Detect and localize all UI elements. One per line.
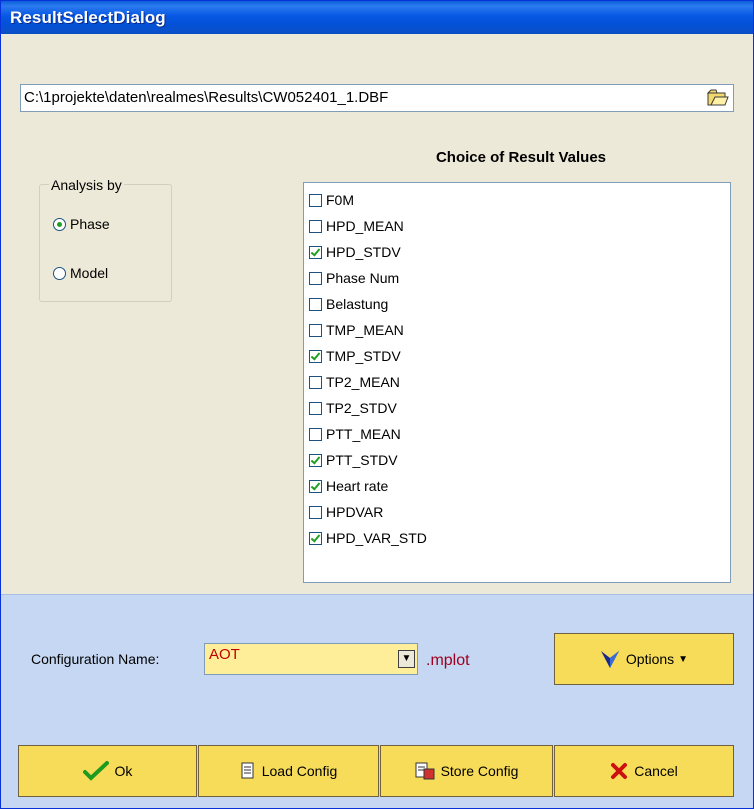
list-item[interactable]: Belastung: [309, 294, 388, 314]
list-item[interactable]: F0M: [309, 190, 354, 210]
analysis-group-label: Analysis by: [49, 177, 124, 193]
checkbox[interactable]: [309, 245, 322, 259]
cancel-label: Cancel: [634, 763, 678, 779]
radio-phase[interactable]: Phase: [53, 216, 110, 232]
close-icon: [611, 763, 628, 779]
list-item-label: Heart rate: [326, 478, 389, 494]
ok-button[interactable]: Ok: [18, 745, 197, 797]
checkbox[interactable]: [309, 531, 322, 545]
radio-phase-label: Phase: [70, 216, 110, 232]
config-name-value[interactable]: AOT: [209, 646, 240, 663]
list-item[interactable]: PTT_MEAN: [309, 424, 401, 444]
list-item[interactable]: TMP_STDV: [309, 346, 401, 366]
list-item[interactable]: PTT_STDV: [309, 450, 398, 470]
config-name-combo[interactable]: AOT ▼: [204, 643, 418, 675]
caret-down-icon: ▼: [678, 653, 689, 665]
radio-indicator[interactable]: [53, 217, 66, 231]
list-item-label: TMP_MEAN: [326, 322, 404, 338]
list-item[interactable]: TMP_MEAN: [309, 320, 404, 340]
config-name-label: Configuration Name:: [31, 651, 160, 667]
checkbox[interactable]: [309, 453, 322, 467]
options-label: Options: [625, 651, 675, 667]
checkbox[interactable]: [309, 427, 322, 441]
list-item[interactable]: Heart rate: [309, 476, 388, 496]
list-item[interactable]: TP2_STDV: [309, 398, 397, 418]
load-document-icon: [241, 762, 254, 779]
load-config-label: Load Config: [261, 763, 338, 779]
cancel-button[interactable]: Cancel: [554, 745, 734, 797]
options-button[interactable]: Options ▼: [554, 633, 734, 685]
list-item-label: HPD_STDV: [326, 244, 401, 260]
options-logo-icon: [600, 651, 619, 668]
config-extension: .mplot: [426, 652, 470, 669]
file-path-text: C:\1projekte\daten\realmes\Results\CW052…: [24, 89, 389, 106]
file-path-field[interactable]: C:\1projekte\daten\realmes\Results\CW052…: [20, 84, 734, 112]
choice-title: Choice of Result Values: [435, 149, 607, 166]
list-item-label: PTT_STDV: [326, 452, 398, 468]
checkmark-icon: [82, 761, 109, 781]
checkbox[interactable]: [309, 297, 322, 311]
store-config-label: Store Config: [440, 763, 519, 779]
checkbox[interactable]: [309, 375, 322, 389]
checkbox[interactable]: [309, 349, 322, 363]
analysis-groupbox: [39, 184, 172, 302]
checkbox[interactable]: [309, 271, 322, 285]
title-bar: ResultSelectDialog: [1, 1, 753, 34]
radio-model-label: Model: [70, 265, 109, 281]
store-config-button[interactable]: Store Config: [380, 745, 553, 797]
result-values-list[interactable]: F0M HPD_MEAN HPD_STDV Phase Num Belastun…: [303, 182, 731, 583]
load-config-button[interactable]: Load Config: [198, 745, 379, 797]
result-select-dialog: ResultSelectDialog C:\1projekte\daten\re…: [0, 0, 754, 809]
list-item-label: HPDVAR: [326, 504, 384, 520]
list-item[interactable]: HPD_MEAN: [309, 216, 404, 236]
checkbox[interactable]: [309, 505, 322, 519]
folder-open-icon[interactable]: [707, 88, 729, 108]
list-item[interactable]: HPDVAR: [309, 502, 383, 522]
chevron-down-icon[interactable]: ▼: [398, 650, 415, 668]
save-document-icon: [415, 762, 435, 780]
checkbox[interactable]: [309, 401, 322, 415]
checkbox[interactable]: [309, 479, 322, 493]
list-item-label: Phase Num: [326, 270, 400, 286]
list-item-label: TP2_STDV: [326, 400, 397, 416]
list-item[interactable]: Phase Num: [309, 268, 399, 288]
list-item-label: Belastung: [326, 296, 389, 312]
checkbox[interactable]: [309, 323, 322, 337]
list-item-label: HPD_VAR_STD: [326, 530, 427, 546]
checkbox[interactable]: [309, 193, 322, 207]
checkbox[interactable]: [309, 219, 322, 233]
list-item[interactable]: HPD_STDV: [309, 242, 401, 262]
radio-model[interactable]: Model: [53, 265, 108, 281]
list-item-label: TMP_STDV: [326, 348, 401, 364]
list-item-label: PTT_MEAN: [326, 426, 401, 442]
list-item-label: TP2_MEAN: [326, 374, 400, 390]
ok-label: Ok: [114, 763, 133, 779]
list-item[interactable]: HPD_VAR_STD: [309, 528, 427, 548]
list-item-label: HPD_MEAN: [326, 218, 404, 234]
radio-indicator[interactable]: [53, 266, 66, 280]
list-item-label: F0M: [326, 192, 354, 208]
window-title: ResultSelectDialog: [10, 8, 166, 27]
list-item[interactable]: TP2_MEAN: [309, 372, 400, 392]
